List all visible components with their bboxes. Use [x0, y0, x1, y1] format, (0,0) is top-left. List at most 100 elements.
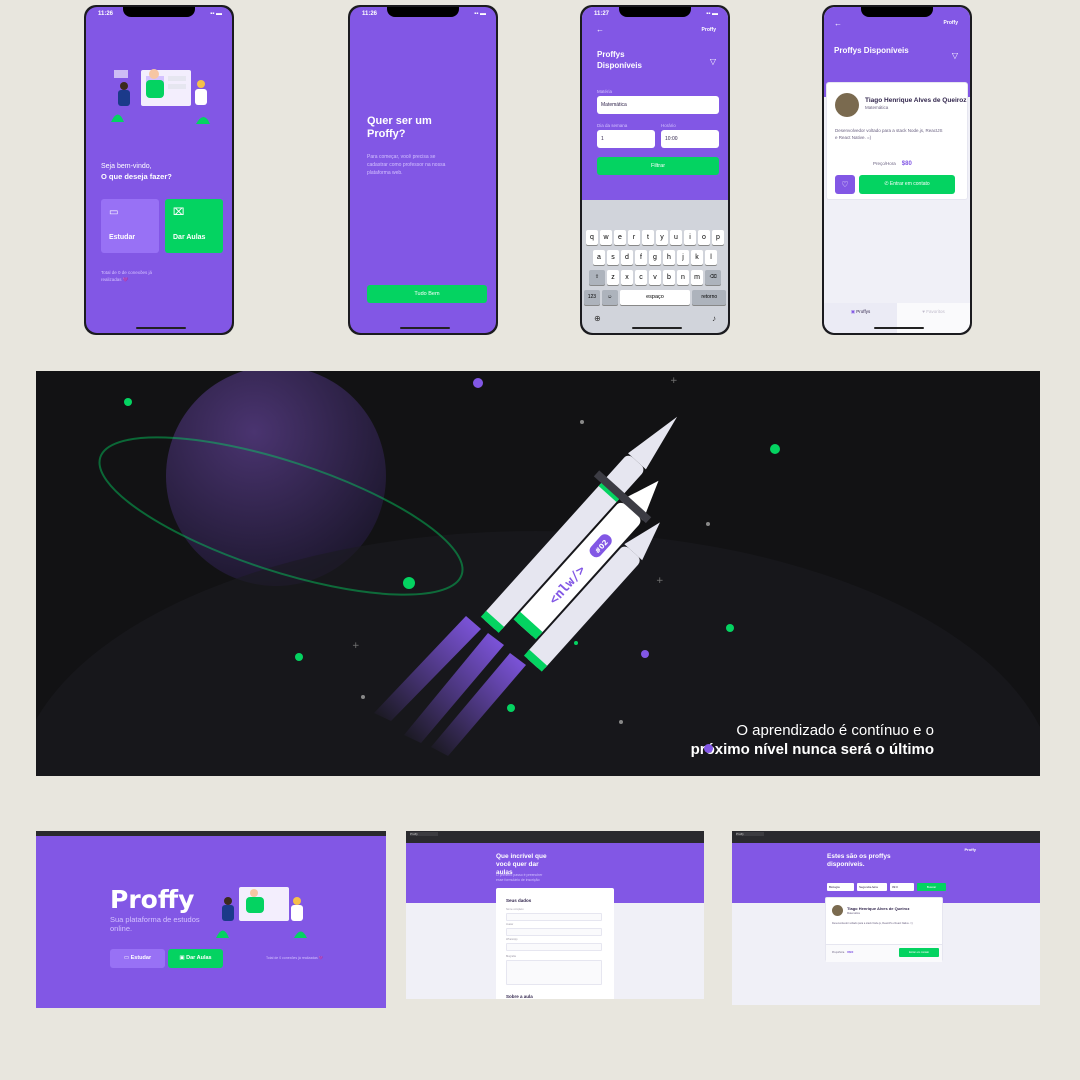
total-connections: Total de 0 conexões já realizadas 💜	[266, 956, 324, 960]
backspace-key-icon[interactable]: ⌫	[705, 270, 721, 285]
key[interactable]: u	[670, 230, 682, 245]
study-button[interactable]: ▭ Estudar	[101, 199, 159, 253]
key[interactable]: d	[621, 250, 633, 265]
contact-button[interactable]: ✆ Entrar em contato	[859, 175, 955, 194]
phone-give-classes-screen: 11:26 ▪▪ ▬ Quer ser um Proffy? Para começ…	[350, 7, 496, 333]
key[interactable]: s	[607, 250, 619, 265]
key[interactable]: l	[705, 250, 717, 265]
landing-illustration	[111, 69, 210, 124]
avatar-field[interactable]	[506, 928, 602, 936]
study-button[interactable]: ▭ Estudar	[110, 949, 165, 968]
time-field[interactable]: 10:00	[661, 130, 719, 148]
proffy-logo: Proffy	[110, 885, 195, 914]
page-title: Proffys Disponíveis	[834, 46, 909, 55]
filter-button[interactable]: Filtrar	[597, 157, 719, 175]
time-label: Horário	[661, 123, 676, 128]
contact-button[interactable]: Entrar em contato	[899, 948, 939, 957]
keyboard-row-4: 123 ☺ espaço retorno	[584, 290, 726, 305]
price: Preço/hora R$80	[832, 951, 853, 954]
teacher-subject: Matemática	[847, 912, 860, 915]
key[interactable]: m	[691, 270, 703, 285]
key[interactable]: i	[684, 230, 696, 245]
give-classes-title: Quer ser um Proffy?	[367, 115, 432, 140]
field-label: WhatsApp	[506, 938, 518, 941]
web-teacher-list: Proffy Proffy Estes são os proffys dispo…	[732, 831, 1040, 1005]
key[interactable]: r	[628, 230, 640, 245]
phone-screen-landing: 11:26 ▪▪ ▬ Seja bem-vindo, O que deseja f…	[84, 5, 234, 335]
page-header: Proffy	[732, 843, 1040, 903]
avatar	[832, 905, 843, 916]
browser-tab[interactable]: Proffy	[410, 832, 438, 836]
back-arrow-icon[interactable]: ←	[596, 25, 604, 34]
key[interactable]: y	[656, 230, 668, 245]
weekday-select[interactable]: Segunda-feira	[857, 883, 887, 891]
weekday-label: Dia da semana	[597, 123, 628, 128]
teach-button[interactable]: ⌧ Dar Aulas	[165, 199, 223, 253]
nlw-banner: + + + <nlw/> #02 O aprendizado é contínu…	[36, 371, 1040, 776]
emoji-key-icon[interactable]: ☺	[601, 290, 618, 305]
key[interactable]: j	[677, 250, 689, 265]
phone-screen-give-classes: 11:26 ▪▪ ▬ Quer ser um Proffy? Para começ…	[348, 5, 498, 335]
teacher-name: Tiago Henrique Alves de Queiroz	[847, 906, 910, 911]
status-time: 11:27	[594, 11, 610, 17]
filter-icon[interactable]: ▽	[710, 57, 716, 66]
status-time: 11:26	[98, 11, 114, 17]
back-arrow-icon[interactable]: ←	[834, 19, 842, 28]
key[interactable]: e	[614, 230, 626, 245]
key[interactable]: a	[593, 250, 605, 265]
name-field[interactable]	[506, 913, 602, 921]
globe-icon[interactable]: ⊕	[594, 314, 601, 323]
key[interactable]: b	[663, 270, 675, 285]
browser-tab[interactable]: Proffy	[736, 832, 764, 836]
subject-select[interactable]: Biologia	[827, 883, 854, 891]
space-key[interactable]: espaço	[619, 290, 691, 305]
key[interactable]: z	[607, 270, 619, 285]
book-icon: ▭	[109, 207, 119, 218]
search-button[interactable]: Buscar	[917, 883, 946, 891]
key[interactable]: g	[649, 250, 661, 265]
key[interactable]: h	[663, 250, 675, 265]
key[interactable]: c	[635, 270, 647, 285]
avatar	[835, 93, 859, 117]
key[interactable]: p	[712, 230, 724, 245]
browser-chrome: Proffy	[406, 831, 704, 843]
teacher-name: Tiago Henrique Alves de Queiroz	[865, 97, 967, 104]
browser-bar	[36, 831, 386, 836]
subject-field[interactable]: Matemática	[597, 96, 719, 114]
bio-field[interactable]	[506, 960, 602, 985]
key[interactable]: v	[649, 270, 661, 285]
key[interactable]: t	[642, 230, 654, 245]
page-title: Estes são os proffys disponíveis.	[827, 853, 891, 868]
key[interactable]: w	[600, 230, 612, 245]
ok-button[interactable]: Tudo Bem	[367, 285, 487, 303]
phone-teacher-list-screen: ← Proffy Proffys Disponíveis ▽ Tiago Hen…	[824, 7, 970, 333]
phone-landing-screen: 11:26 ▪▪ ▬ Seja bem-vindo, O que deseja f…	[86, 7, 232, 333]
book-icon: ▭	[123, 955, 131, 961]
filter-icon[interactable]: ▽	[952, 51, 958, 60]
microphone-icon[interactable]: ♪	[712, 314, 716, 323]
teacher-bio: Desenvolvedor voltado para a stack Node.…	[832, 922, 913, 925]
teach-label: Dar Aulas	[173, 234, 206, 241]
key[interactable]: f	[635, 250, 647, 265]
phone-notch	[387, 7, 459, 17]
svg-text:+: +	[670, 376, 678, 386]
numbers-key[interactable]: 123	[584, 290, 600, 305]
weekday-field[interactable]: 1	[597, 130, 655, 148]
key[interactable]: k	[691, 250, 703, 265]
teach-button[interactable]: ▣ Dar Aulas	[168, 949, 223, 968]
price: Preço/Hora $80	[873, 161, 912, 167]
phone-screen-filter: 11:27 ▪▪ ▬ ← Proffy Proffys Disponíveis ▽…	[580, 5, 730, 335]
battery-icon: ▪▪ ▬	[706, 11, 718, 17]
whatsapp-field[interactable]	[506, 943, 602, 951]
return-key[interactable]: retorno	[692, 290, 726, 305]
key[interactable]: q	[586, 230, 598, 245]
key[interactable]: n	[677, 270, 689, 285]
home-indicator	[136, 327, 186, 329]
shift-key-icon[interactable]: ⇧	[589, 270, 605, 285]
key[interactable]: x	[621, 270, 633, 285]
favorite-heart-icon[interactable]: ♡	[835, 175, 855, 194]
field-label: Nome completo	[506, 908, 524, 911]
phone-notch	[619, 7, 691, 17]
time-input[interactable]: 09:0	[890, 883, 914, 891]
key[interactable]: o	[698, 230, 710, 245]
